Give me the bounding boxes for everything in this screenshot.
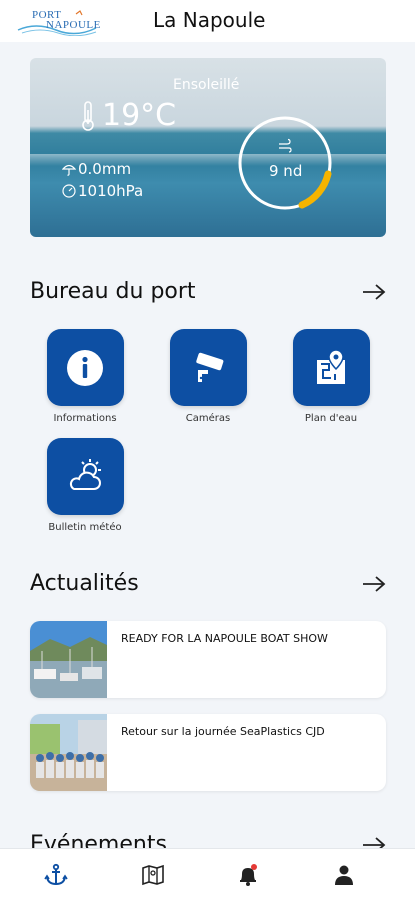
- tile-cameras[interactable]: Caméras: [158, 329, 258, 424]
- weather-condition: Ensoleillé: [173, 77, 240, 93]
- temperature-value: 19°C: [102, 98, 177, 133]
- news-title: READY FOR LA NAPOULE BOAT SHOW: [121, 632, 328, 645]
- weather-icon: [69, 458, 101, 490]
- logo-text-bottom: NAPOULE: [46, 19, 101, 31]
- tile-label: Informations: [53, 413, 117, 424]
- info-icon: [67, 349, 103, 386]
- tile-label: Caméras: [185, 413, 231, 424]
- news-thumbnail: [30, 621, 107, 698]
- nav-notifications[interactable]: [234, 861, 262, 889]
- arrow-right-icon[interactable]: [362, 283, 386, 301]
- news-thumbnail: [30, 714, 107, 791]
- plan-d-eau-button[interactable]: [292, 329, 370, 406]
- tile-plan-d-eau[interactable]: Plan d'eau: [281, 329, 381, 424]
- pressure-icon: [62, 184, 76, 198]
- section-title-news: Actualités: [30, 571, 139, 596]
- top-bar: PORT NAPOULE La Napoule: [0, 0, 415, 42]
- bulletin-meteo-button[interactable]: [46, 438, 124, 515]
- bell-icon: [240, 864, 257, 886]
- news-title: Retour sur la journée SeaPlastics CJD: [121, 725, 325, 738]
- tile-bulletin-meteo[interactable]: Bulletin météo: [35, 438, 135, 533]
- pressure-row: 1010hPa: [62, 182, 143, 200]
- thermometer-icon: [82, 101, 94, 131]
- nav-map[interactable]: [139, 861, 167, 889]
- tile-informations[interactable]: Informations: [35, 329, 135, 424]
- rain-row: 0.0mm: [62, 160, 131, 178]
- tile-label: Bulletin météo: [48, 522, 122, 533]
- cameras-button[interactable]: [169, 329, 247, 406]
- page-title: La Napoule: [153, 8, 266, 32]
- port-logo: PORT NAPOULE: [16, 8, 101, 36]
- news-item[interactable]: Retour sur la journée SeaPlastics CJD: [30, 714, 386, 791]
- bottom-nav: [0, 848, 415, 900]
- weather-card[interactable]: Ensoleillé 19°C 0.0mm 1010hPa 9 nd: [30, 58, 386, 237]
- nav-profile[interactable]: [330, 861, 358, 889]
- rain-value: 0.0mm: [78, 160, 132, 178]
- pressure-value: 1010hPa: [78, 182, 144, 200]
- news-item[interactable]: READY FOR LA NAPOULE BOAT SHOW: [30, 621, 386, 698]
- arrow-right-icon[interactable]: [362, 575, 386, 593]
- map-icon: [142, 864, 164, 886]
- user-icon: [335, 865, 353, 885]
- wind-speed-value: 9 nd: [269, 162, 303, 180]
- nav-home[interactable]: [42, 861, 70, 889]
- umbrella-icon: [62, 164, 76, 176]
- tile-label: Plan d'eau: [304, 413, 358, 424]
- camera-icon: [196, 352, 224, 382]
- informations-button[interactable]: [46, 329, 124, 406]
- wind-icon: [279, 138, 292, 153]
- section-title-bureau: Bureau du port: [30, 279, 196, 304]
- map-icon: [317, 348, 345, 384]
- anchor-icon: [44, 863, 68, 886]
